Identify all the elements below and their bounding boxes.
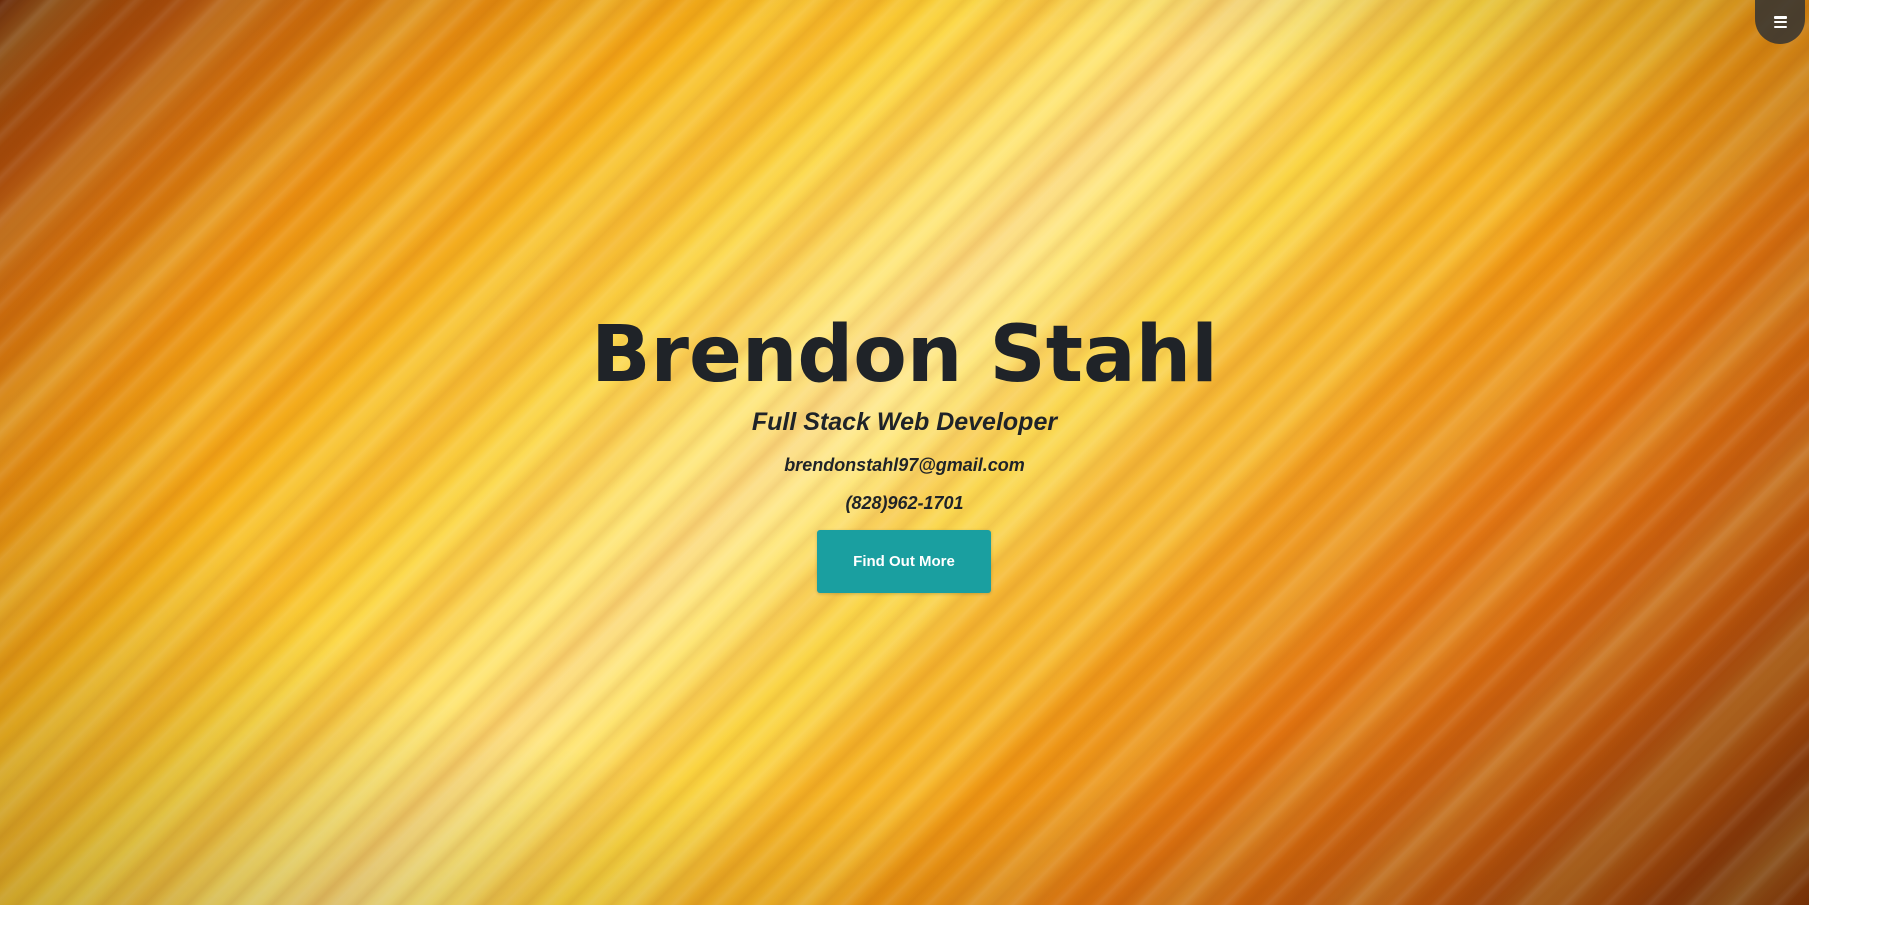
hero-email: brendonstahl97@gmail.com xyxy=(784,455,1025,475)
menu-toggle-button[interactable] xyxy=(1755,0,1805,44)
hamburger-menu-icon xyxy=(1773,16,1787,28)
hero-subtitle: Full Stack Web Developer xyxy=(751,408,1058,436)
page: Brendon Stahl Full Stack Web Developer b… xyxy=(0,0,1882,944)
hero-section: Brendon Stahl Full Stack Web Developer b… xyxy=(0,0,1809,905)
hero-name: Brendon Stahl xyxy=(591,310,1218,400)
hero-phone: (828)962-1701 xyxy=(845,493,964,513)
find-out-more-button[interactable]: Find Out More xyxy=(817,530,991,593)
